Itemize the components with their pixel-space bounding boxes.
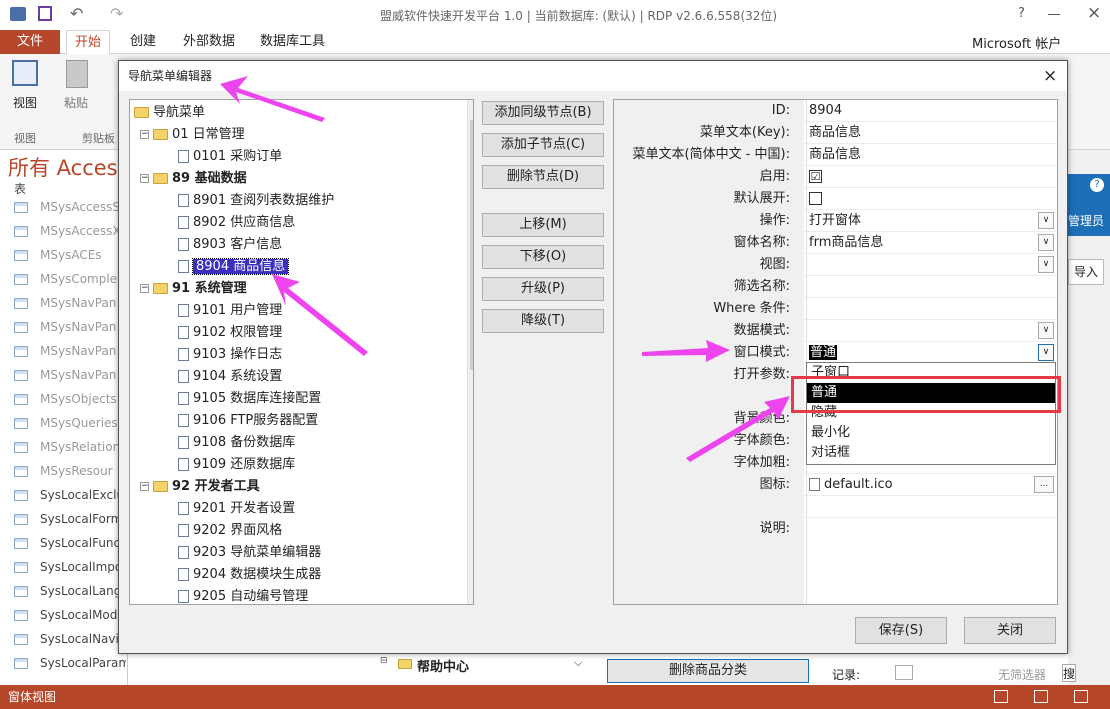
annotation-arrow-option [686, 396, 790, 462]
annotation-arrow-tree [272, 274, 368, 356]
annotation-arrows [220, 76, 790, 462]
annotation-arrow-winmode [642, 340, 730, 362]
annotation-arrow-title [220, 76, 325, 122]
